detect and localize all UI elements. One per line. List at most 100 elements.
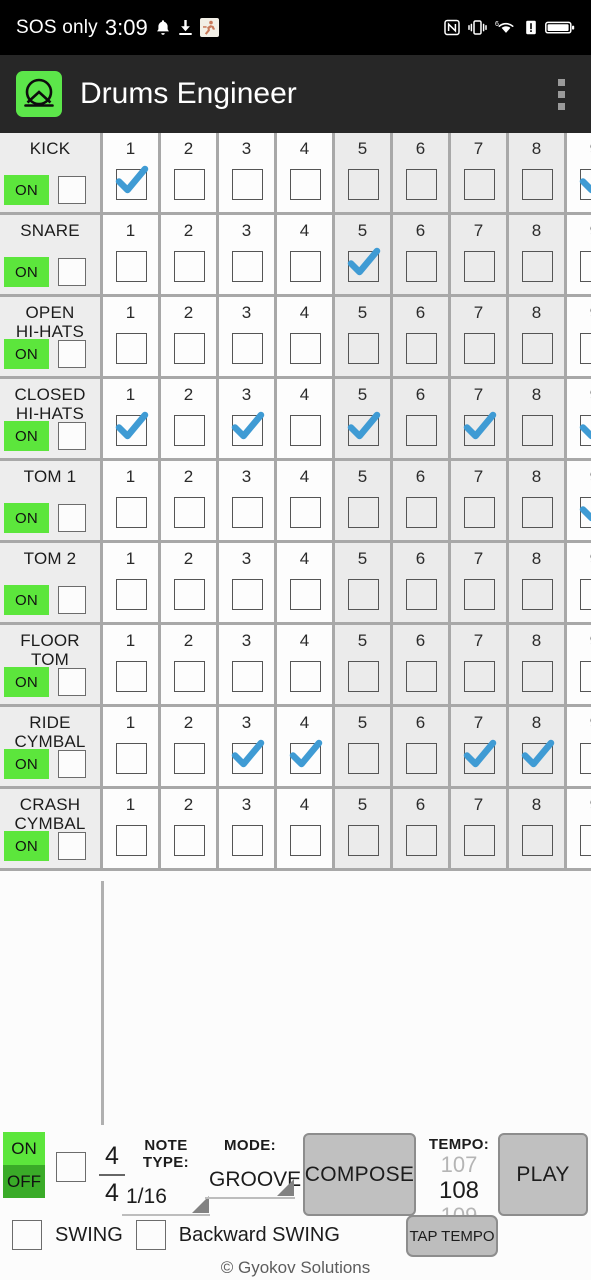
step-cell[interactable]: 5 <box>335 543 393 622</box>
step-cell[interactable]: 2 <box>161 215 219 294</box>
step-checkbox[interactable] <box>231 825 263 856</box>
step-cell[interactable]: 7 <box>451 707 509 786</box>
step-checkbox[interactable] <box>405 169 437 200</box>
step-cell[interactable]: 4 <box>277 133 335 212</box>
step-checkbox[interactable] <box>463 825 495 856</box>
step-checkbox[interactable] <box>231 579 263 610</box>
step-checkbox[interactable] <box>289 579 321 610</box>
step-cell[interactable]: 6 <box>393 789 451 868</box>
step-cell[interactable]: 5 <box>335 789 393 868</box>
step-checkbox[interactable] <box>115 497 147 528</box>
step-cell[interactable]: 7 <box>451 789 509 868</box>
tempo-previous-value[interactable]: 107 <box>424 1153 494 1177</box>
step-cell[interactable]: 4 <box>277 461 335 540</box>
drum-mute-checkbox[interactable] <box>58 340 86 368</box>
step-cell[interactable]: 4 <box>277 297 335 376</box>
step-checkbox[interactable] <box>115 743 147 774</box>
step-cell[interactable]: 8 <box>509 297 567 376</box>
step-checkbox[interactable] <box>405 333 437 364</box>
step-cell[interactable]: 9 <box>567 625 591 704</box>
step-cell[interactable]: 1 <box>103 625 161 704</box>
step-cell[interactable]: 5 <box>335 215 393 294</box>
step-checkbox[interactable] <box>231 661 263 692</box>
step-checkbox[interactable] <box>347 333 379 364</box>
step-checkbox[interactable] <box>231 169 263 200</box>
drum-enable-button[interactable]: ON <box>4 421 49 451</box>
step-cell[interactable]: 6 <box>393 297 451 376</box>
step-checkbox[interactable] <box>579 333 591 364</box>
step-cell[interactable]: 7 <box>451 133 509 212</box>
drum-mute-checkbox[interactable] <box>58 750 86 778</box>
step-checkbox[interactable] <box>521 661 553 692</box>
step-checkbox[interactable] <box>347 497 379 528</box>
step-checkbox[interactable] <box>173 743 205 774</box>
step-checkbox[interactable] <box>289 825 321 856</box>
step-cell[interactable]: 7 <box>451 543 509 622</box>
step-checkbox[interactable] <box>173 333 205 364</box>
power-off-button[interactable]: OFF <box>3 1165 45 1198</box>
step-checkbox[interactable] <box>173 251 205 282</box>
step-checkbox[interactable] <box>521 579 553 610</box>
step-cell[interactable]: 2 <box>161 133 219 212</box>
step-checkbox[interactable] <box>231 251 263 282</box>
step-checkbox[interactable] <box>289 333 321 364</box>
step-checkbox[interactable] <box>463 333 495 364</box>
step-checkbox[interactable] <box>521 415 553 446</box>
step-cell[interactable]: 3 <box>219 707 277 786</box>
step-cell[interactable]: 8 <box>509 461 567 540</box>
step-checkbox[interactable] <box>115 251 147 282</box>
drum-enable-button[interactable]: ON <box>4 257 49 287</box>
step-checkbox[interactable] <box>231 333 263 364</box>
step-cell[interactable]: 6 <box>393 379 451 458</box>
step-checkbox[interactable] <box>579 579 591 610</box>
step-cell[interactable]: 9 <box>567 133 591 212</box>
step-cell[interactable]: 4 <box>277 789 335 868</box>
drum-mute-checkbox[interactable] <box>58 176 86 204</box>
step-cell[interactable]: 5 <box>335 133 393 212</box>
drum-enable-button[interactable]: ON <box>4 667 49 697</box>
step-cell[interactable]: 1 <box>103 461 161 540</box>
step-checkbox[interactable] <box>173 497 205 528</box>
step-checkbox[interactable] <box>173 415 205 446</box>
step-checkbox[interactable] <box>521 825 553 856</box>
step-checkbox[interactable] <box>115 825 147 856</box>
step-checkbox[interactable] <box>521 169 553 200</box>
step-checkbox[interactable] <box>289 415 321 446</box>
step-cell[interactable]: 4 <box>277 543 335 622</box>
step-cell[interactable]: 3 <box>219 625 277 704</box>
step-cell[interactable]: 4 <box>277 707 335 786</box>
step-cell[interactable]: 9 <box>567 297 591 376</box>
step-cell[interactable]: 9 <box>567 379 591 458</box>
step-checkbox[interactable] <box>347 825 379 856</box>
step-checkbox[interactable] <box>231 497 263 528</box>
step-checkbox[interactable] <box>173 169 205 200</box>
drum-enable-button[interactable]: ON <box>4 831 49 861</box>
step-checkbox[interactable] <box>347 743 379 774</box>
step-checkbox[interactable] <box>173 579 205 610</box>
step-checkbox[interactable] <box>521 251 553 282</box>
step-cell[interactable]: 5 <box>335 707 393 786</box>
step-cell[interactable]: 9 <box>567 789 591 868</box>
step-cell[interactable]: 6 <box>393 543 451 622</box>
step-checkbox[interactable] <box>405 415 437 446</box>
drum-enable-button[interactable]: ON <box>4 749 49 779</box>
step-checkbox[interactable] <box>347 661 379 692</box>
step-cell[interactable]: 8 <box>509 707 567 786</box>
step-cell[interactable]: 3 <box>219 789 277 868</box>
step-checkbox[interactable] <box>115 579 147 610</box>
step-cell[interactable]: 6 <box>393 461 451 540</box>
step-checkbox[interactable] <box>521 333 553 364</box>
step-cell[interactable]: 6 <box>393 625 451 704</box>
step-checkbox[interactable] <box>347 169 379 200</box>
step-cell[interactable]: 2 <box>161 297 219 376</box>
step-cell[interactable]: 9 <box>567 461 591 540</box>
step-cell[interactable]: 3 <box>219 297 277 376</box>
step-cell[interactable]: 1 <box>103 379 161 458</box>
step-cell[interactable]: 6 <box>393 133 451 212</box>
step-cell[interactable]: 7 <box>451 297 509 376</box>
step-cell[interactable]: 5 <box>335 461 393 540</box>
step-cell[interactable]: 5 <box>335 297 393 376</box>
step-checkbox[interactable] <box>463 497 495 528</box>
overflow-menu-icon[interactable] <box>547 73 575 115</box>
step-cell[interactable]: 9 <box>567 707 591 786</box>
